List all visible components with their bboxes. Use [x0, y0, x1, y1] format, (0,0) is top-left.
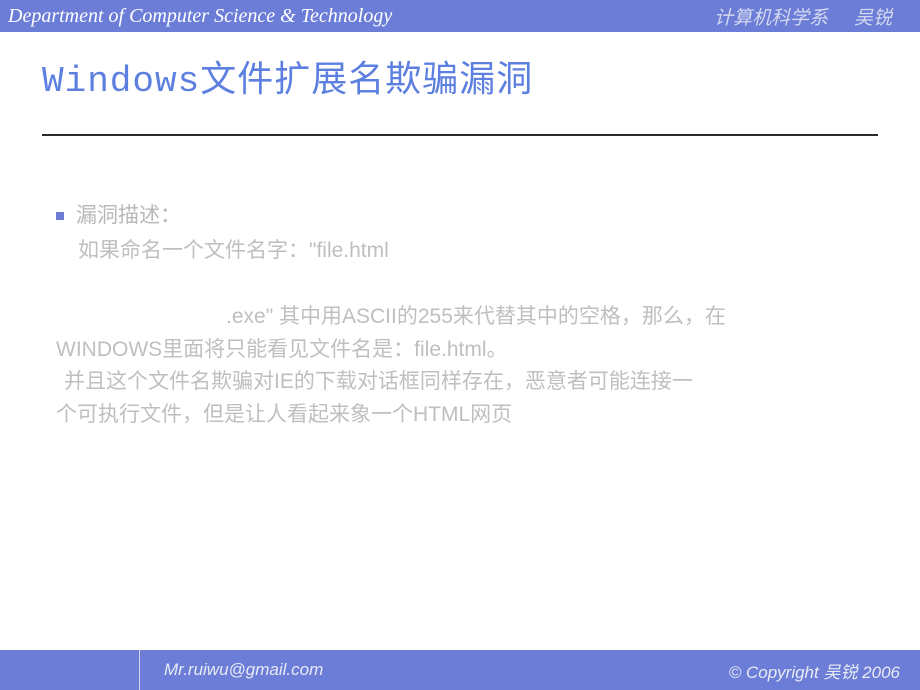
footer-left-cell [0, 650, 140, 690]
slide-title: Windows文件扩展名欺骗漏洞 [0, 32, 920, 102]
body-line-5: 个可执行文件，但是让人看起来象一个HTML网页 [56, 399, 878, 432]
body-line-2: .exe" 其中用ASCII的255来代替其中的空格，那么，在 [56, 301, 878, 334]
square-bullet-icon [56, 212, 64, 220]
footer-bar: Mr.ruiwu@gmail.com © Copyright 吴锐 2006 [0, 650, 920, 690]
content-area: 漏洞描述： 如果命名一个文件名字："file.html .exe" 其中用ASC… [0, 136, 920, 431]
header-department-en: Department of Computer Science & Technol… [8, 5, 714, 28]
header-author: 吴锐 [854, 3, 892, 30]
spacing-gap [56, 267, 878, 301]
body-line-4: 并且这个文件名欺骗对IE的下载对话框同样存在，恶意者可能连接一 [56, 366, 878, 399]
body-line-3: WINDOWS里面将只能看见文件名是：file.html。 [56, 334, 878, 367]
body-line-1: 如果命名一个文件名字："file.html [56, 235, 878, 268]
footer-copyright: © Copyright 吴锐 2006 [729, 658, 920, 683]
header-department-cn: 计算机科学系 [714, 3, 828, 30]
bullet-line: 漏洞描述： [56, 200, 878, 233]
header-bar: Department of Computer Science & Technol… [0, 0, 920, 32]
footer-email: Mr.ruiwu@gmail.com [140, 660, 729, 680]
bullet-heading: 漏洞描述： [76, 200, 181, 233]
